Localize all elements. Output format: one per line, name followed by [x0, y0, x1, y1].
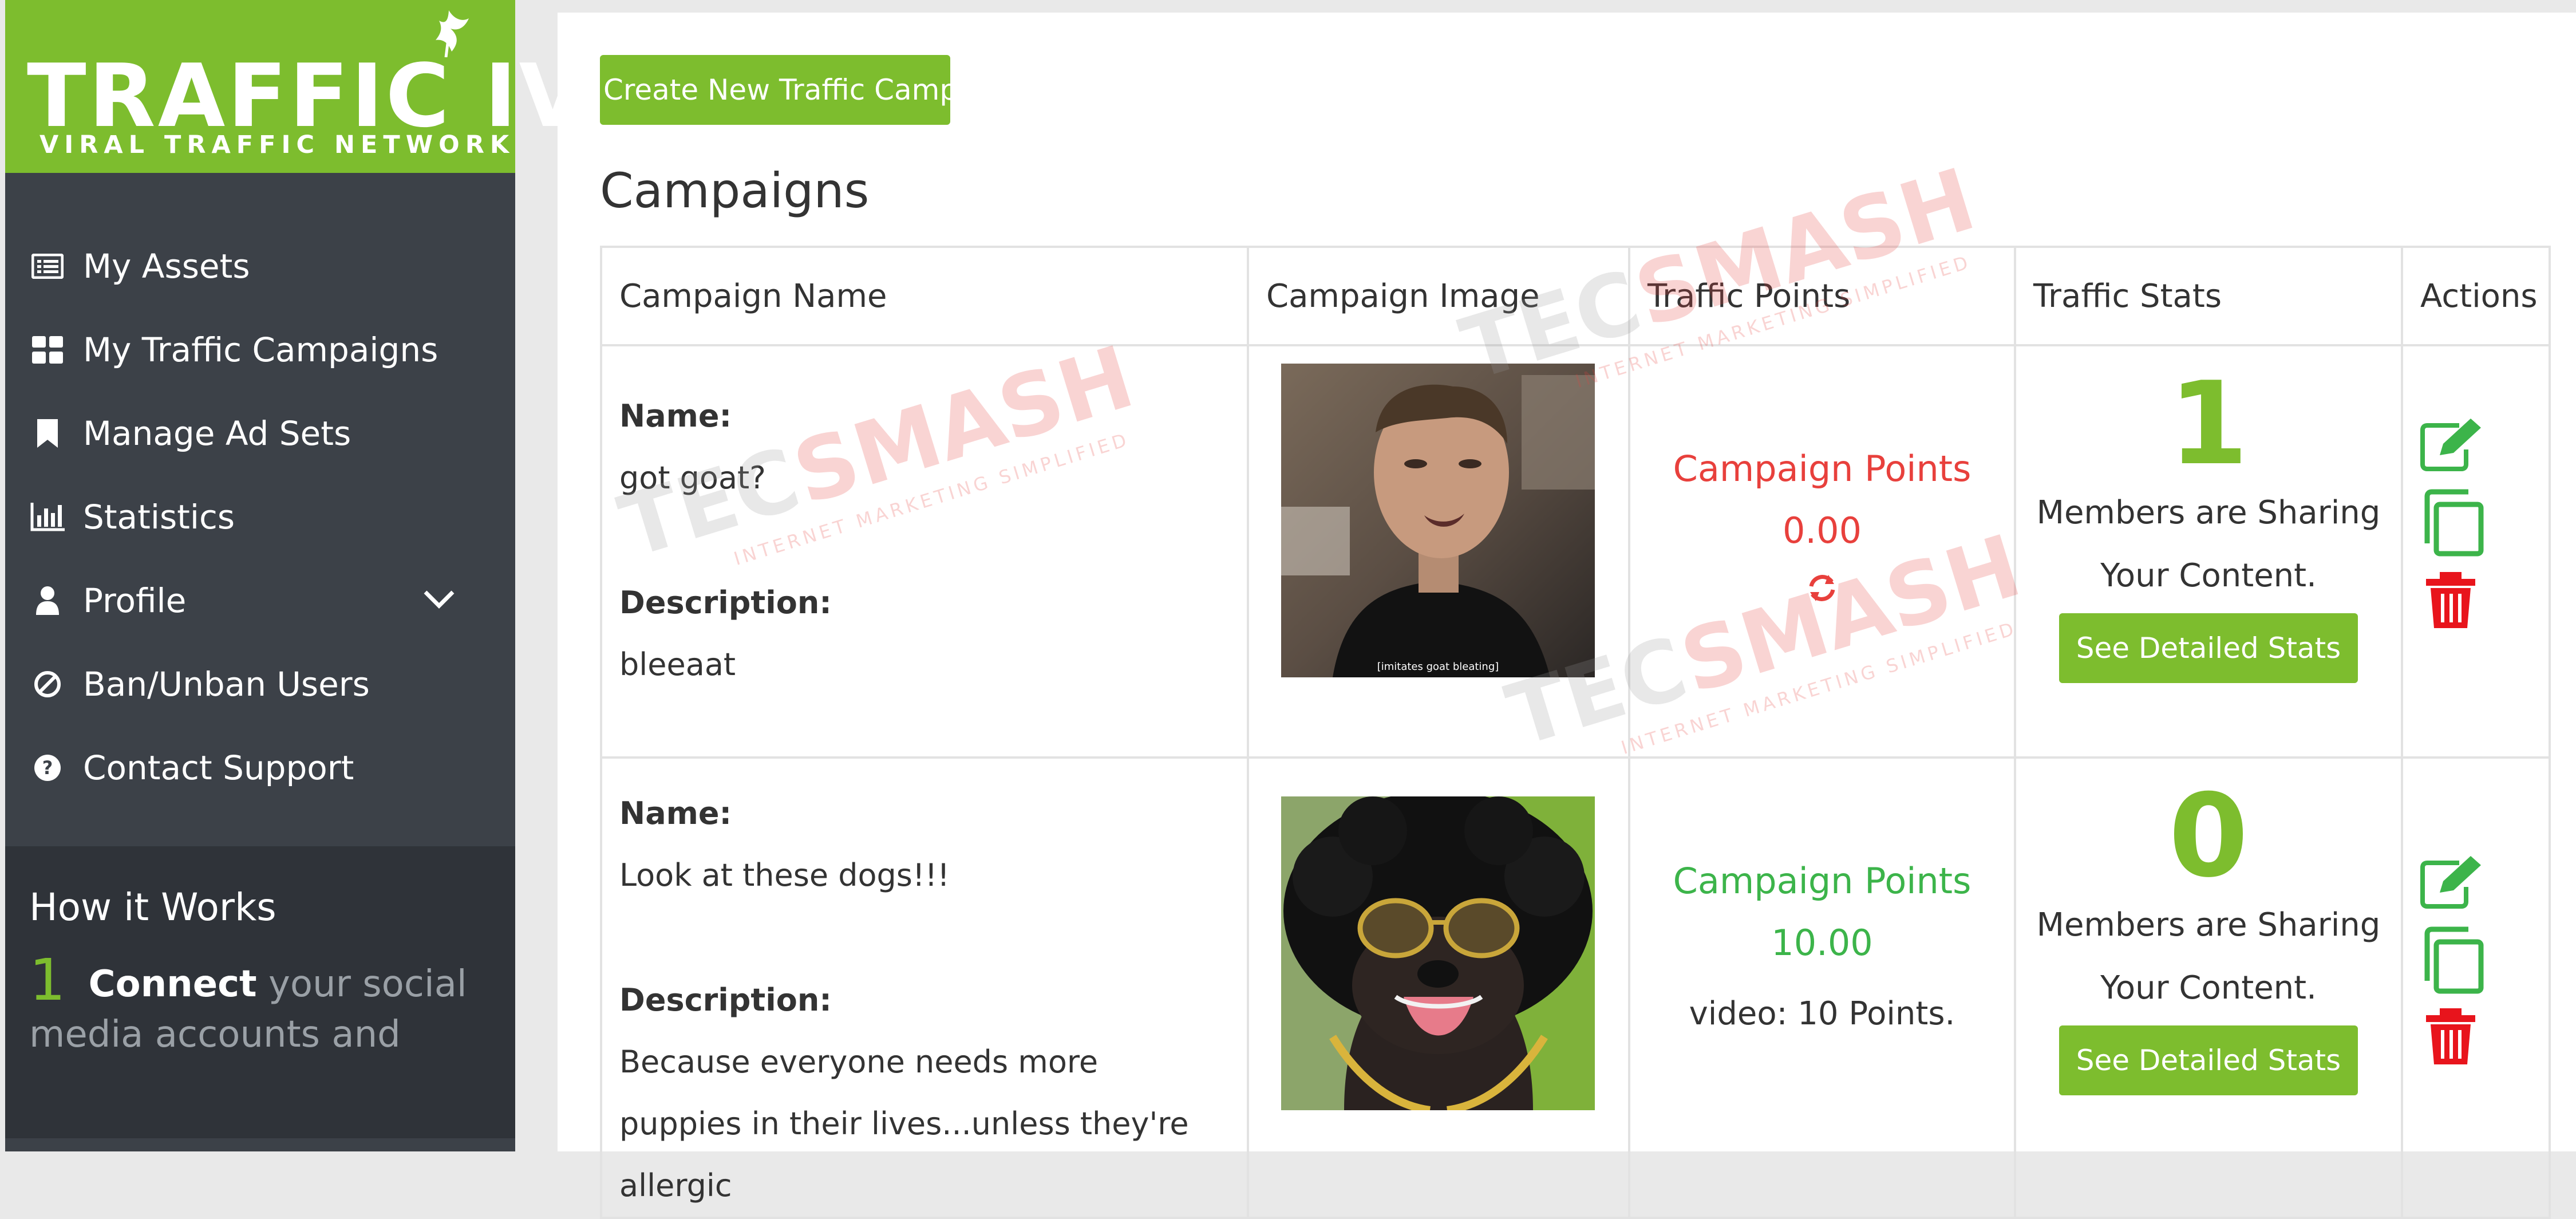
- name-label: Name:: [619, 398, 732, 434]
- page-title: Campaigns: [600, 163, 870, 219]
- column-header: Traffic Stats: [2014, 246, 2403, 346]
- points-label: Campaign Points: [1673, 448, 1971, 490]
- sidebar-item-my-traffic-campaigns[interactable]: My Traffic Campaigns: [5, 308, 515, 392]
- column-header: Traffic Points: [1628, 246, 2016, 346]
- copy-icon[interactable]: [2419, 926, 2488, 995]
- svg-text:?: ?: [42, 757, 53, 779]
- user-icon: [29, 583, 66, 618]
- ban-icon: [29, 667, 66, 701]
- step-strong: Connect: [88, 963, 257, 1005]
- campaign-name-cell: Name: got goat? Description: bleeaat: [600, 344, 1249, 759]
- logo[interactable]: TRAFFIC IVY VIRAL TRAFFIC NETWORK: [5, 0, 651, 173]
- sharing-count: 1: [2168, 357, 2249, 491]
- see-detailed-stats-button[interactable]: See Detailed Stats: [2059, 1025, 2358, 1095]
- actions-cell: [2401, 756, 2551, 1219]
- sidebar-item-profile[interactable]: Profile: [5, 559, 515, 642]
- bar-chart-icon: [29, 500, 66, 534]
- campaign-image[interactable]: [imitates goat bleating]: [1281, 364, 1595, 677]
- edit-icon[interactable]: [2419, 415, 2488, 472]
- sidebar-item-label: My Traffic Campaigns: [83, 330, 438, 369]
- points-value: 10.00: [1771, 922, 1873, 964]
- sidebar-item-contact-support[interactable]: ? Contact Support: [5, 726, 515, 810]
- sidebar-item-manage-ad-sets[interactable]: Manage Ad Sets: [5, 392, 515, 475]
- traffic-points-cell: Campaign Points 0.00: [1628, 344, 2016, 759]
- table-row: Name: got goat? Description: bleeaat [im…: [600, 344, 2551, 759]
- question-circle-icon: ?: [29, 751, 66, 785]
- step-number: 1: [29, 946, 66, 1013]
- name-label: Name:: [619, 795, 732, 831]
- campaign-name-cell: Name: Look at these dogs!!! Description:…: [600, 756, 1249, 1219]
- how-it-works-step: 1 Connect your social media accounts and: [29, 952, 504, 1060]
- campaign-description: Because everyone needs more puppies in t…: [619, 1044, 1189, 1204]
- logo-tagline: VIRAL TRAFFIC NETWORK: [39, 131, 515, 159]
- sidebar: TRAFFIC IVY VIRAL TRAFFIC NETWORK My Ass…: [5, 0, 651, 1151]
- table-header: Campaign Name Campaign Image Traffic Poi…: [600, 246, 2551, 346]
- chevron-down-icon[interactable]: [423, 590, 455, 610]
- stats-text-line-2: Your Content.: [2100, 969, 2317, 1007]
- see-detailed-stats-button[interactable]: See Detailed Stats: [2059, 613, 2358, 683]
- table-row: Name: Look at these dogs!!! Description:…: [600, 756, 2551, 1219]
- column-header: Campaign Image: [1247, 246, 1630, 346]
- description-label: Description:: [619, 585, 832, 621]
- campaign-name: Look at these dogs!!!: [619, 857, 950, 893]
- description-label: Description:: [619, 982, 832, 1018]
- actions-cell: [2401, 344, 2551, 759]
- sharing-count: 0: [2168, 770, 2249, 903]
- column-header: Campaign Name: [600, 246, 1249, 346]
- campaigns-table: Campaign Name Campaign Image Traffic Poi…: [600, 246, 2551, 1219]
- sidebar-nav: My Assets My Traffic Campaigns Manage Ad…: [5, 224, 515, 810]
- dashboard-icon: [29, 333, 66, 367]
- how-it-works-panel: How it Works 1 Connect your social media …: [5, 846, 515, 1138]
- delete-icon[interactable]: [2419, 1008, 2488, 1066]
- how-it-works-title: How it Works: [29, 885, 276, 929]
- points-detail: video: 10 Points.: [1689, 995, 1955, 1032]
- copy-icon[interactable]: [2419, 488, 2488, 557]
- list-icon: [29, 249, 66, 283]
- traffic-points-cell: Campaign Points 10.00 video: 10 Points.: [1628, 756, 2016, 1219]
- traffic-stats-cell: 0 Members are Sharing Your Content. See …: [2014, 756, 2403, 1219]
- main-content: Create New Traffic Campaign Campaigns Ca…: [558, 13, 2576, 1219]
- delete-icon[interactable]: [2419, 572, 2488, 629]
- sidebar-item-label: Contact Support: [83, 748, 354, 787]
- column-header: Actions: [2401, 246, 2551, 346]
- sidebar-item-my-assets[interactable]: My Assets: [5, 224, 515, 308]
- leaf-icon: [436, 10, 469, 57]
- stats-text-line-1: Members are Sharing: [2036, 906, 2381, 944]
- create-campaign-button[interactable]: Create New Traffic Campaign: [600, 55, 1020, 125]
- sidebar-item-label: Statistics: [83, 498, 235, 536]
- sidebar-item-label: Ban/Unban Users: [83, 665, 370, 704]
- campaign-image-cell: [imitates goat bleating]: [1247, 344, 1630, 759]
- campaign-image[interactable]: [1281, 796, 1595, 1110]
- edit-icon[interactable]: [2419, 853, 2488, 910]
- stats-text-line-1: Members are Sharing: [2036, 494, 2381, 531]
- bookmark-icon: [29, 416, 66, 451]
- points-label: Campaign Points: [1673, 860, 1971, 902]
- sidebar-item-label: Profile: [83, 581, 187, 620]
- traffic-stats-cell: 1 Members are Sharing Your Content. See …: [2014, 344, 2403, 759]
- sidebar-item-label: Manage Ad Sets: [83, 414, 351, 453]
- sidebar-item-label: My Assets: [83, 247, 250, 286]
- sidebar-item-statistics[interactable]: Statistics: [5, 475, 515, 559]
- sidebar-item-ban-unban-users[interactable]: Ban/Unban Users: [5, 642, 515, 726]
- stats-text-line-2: Your Content.: [2100, 557, 2317, 594]
- image-caption: [imitates goat bleating]: [1377, 661, 1499, 673]
- campaign-description: bleeaat: [619, 646, 736, 683]
- campaign-image-cell: [1247, 756, 1630, 1219]
- points-value: 0.00: [1782, 510, 1862, 551]
- campaign-name: got goat?: [619, 460, 766, 496]
- refresh-icon[interactable]: [1805, 571, 1839, 605]
